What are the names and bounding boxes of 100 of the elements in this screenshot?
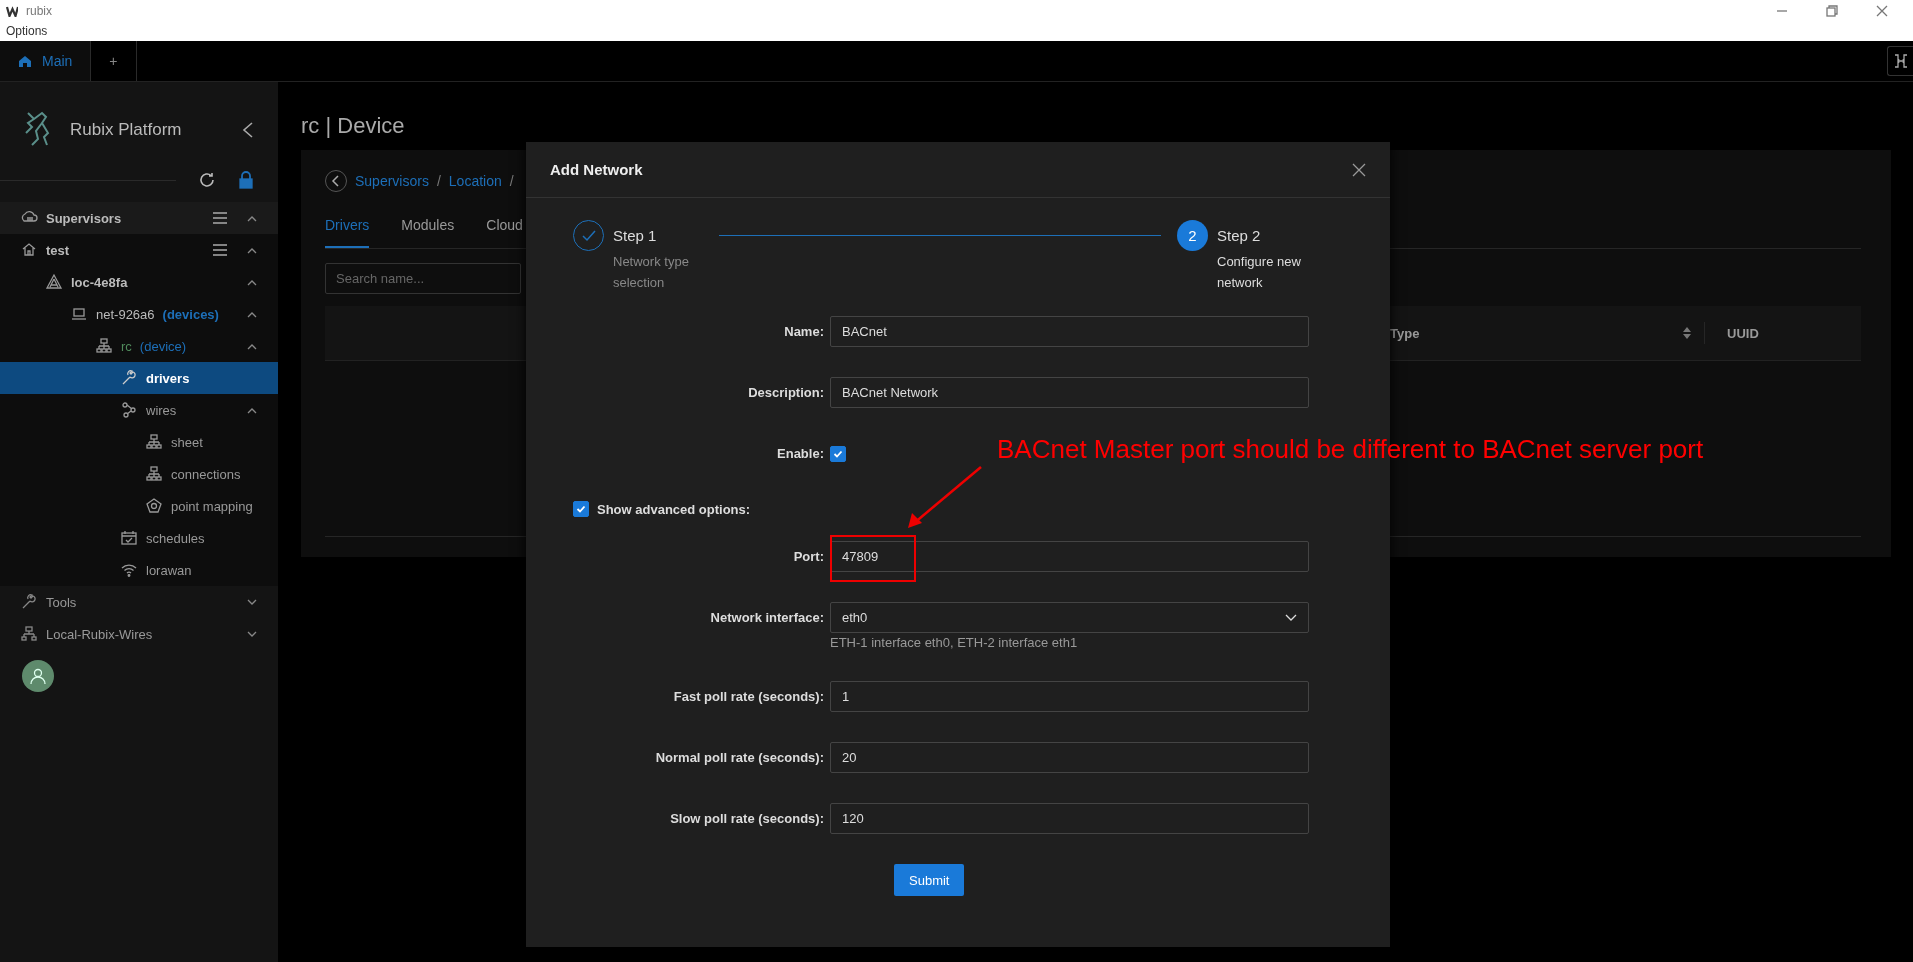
window-title: rubix (26, 3, 52, 18)
tree-item-label: point mapping (171, 498, 253, 514)
tree-item-label: wires (146, 402, 177, 418)
tree-item-label: test (46, 242, 70, 258)
close-icon[interactable] (1352, 162, 1366, 177)
menu-item[interactable]: Options (6, 24, 48, 38)
laptop-icon (70, 305, 88, 323)
app-title: Rubix Platform (70, 120, 183, 140)
tree-item[interactable]: loc-4e8fa (0, 266, 278, 298)
network-icon (145, 433, 163, 451)
collapse-icon[interactable] (246, 278, 258, 286)
check-icon (580, 228, 597, 243)
step-title: Step 1 (613, 226, 658, 246)
network-icon (20, 625, 38, 643)
tree-item[interactable]: Supervisors (0, 202, 278, 234)
tree-item-label: net-926a6 (96, 306, 155, 322)
tab[interactable]: Drivers (325, 214, 370, 248)
tab[interactable]: + (91, 41, 137, 81)
collapse-icon[interactable] (246, 406, 258, 414)
column-header[interactable]: UUID (1704, 322, 1861, 344)
tree-item-label: loc-4e8fa (71, 274, 128, 290)
tree-item[interactable]: point mapping (0, 490, 278, 522)
checkbox[interactable] (830, 446, 846, 462)
breadcrumb-link[interactable]: Location (448, 173, 502, 189)
network-icon (145, 465, 163, 483)
dialog-title: Add Network (550, 161, 644, 178)
tree-item-label: connections (171, 466, 241, 482)
collapse-icon[interactable] (246, 342, 258, 350)
page-title: rc | Device (301, 114, 406, 138)
user-avatar[interactable] (22, 660, 54, 692)
tree-item[interactable]: connections (0, 458, 278, 490)
step-description: Network type selection (613, 253, 690, 292)
submit-button[interactable]: Submit (894, 864, 965, 896)
breadcrumb-link[interactable]: Supervisors (355, 173, 429, 189)
checkbox[interactable] (573, 501, 589, 517)
field-label: Slow poll rate (seconds): (669, 810, 824, 828)
tree-item[interactable]: drivers (0, 362, 278, 394)
restore-icon[interactable] (1825, 4, 1839, 17)
checkbox-label: Show advanced options: (597, 501, 751, 517)
tree-item-label: sheet (171, 434, 203, 450)
input-field[interactable]: BACnet Network (830, 377, 1309, 408)
triangle-icon (45, 273, 63, 291)
home-icon (20, 241, 38, 259)
tree-item[interactable]: sheet (0, 426, 278, 458)
tree-item[interactable]: net-926a6 (devices) (0, 298, 278, 330)
tree-item[interactable]: rc (device) (0, 330, 278, 362)
tab[interactable]: Modules (401, 214, 455, 248)
tree-item-label: schedules (146, 530, 205, 546)
collapse-sidebar-icon[interactable] (242, 121, 254, 139)
dropdown[interactable]: eth0 (830, 602, 1309, 633)
wrench-icon (20, 593, 38, 611)
collapse-icon[interactable] (246, 246, 258, 254)
tree-item-label: drivers (146, 370, 190, 386)
field-label: Normal poll rate (seconds): (654, 749, 824, 767)
collapse-icon[interactable] (246, 214, 258, 222)
wrench-icon (120, 369, 138, 387)
collapse-icon[interactable] (246, 310, 258, 318)
field-label: Port: (792, 548, 824, 566)
step-title: Step 2 (1217, 226, 1262, 246)
search-field[interactable]: Search name... (325, 263, 521, 294)
refresh-icon[interactable] (198, 171, 216, 189)
tab[interactable]: Cloud (486, 214, 523, 248)
expand-icon[interactable] (246, 598, 258, 606)
step-description: Configure new network (1217, 253, 1302, 292)
field-label: Description: (747, 384, 824, 402)
sidebar-item[interactable]: Tools (0, 586, 278, 618)
close-icon[interactable] (1875, 4, 1889, 17)
expand-icon[interactable] (246, 630, 258, 638)
input-field[interactable]: 120 (830, 803, 1309, 834)
home-icon (18, 54, 32, 68)
calendar-icon (120, 529, 138, 547)
network-icon (95, 337, 113, 355)
tree-item[interactable]: wires (0, 394, 278, 426)
nodes-icon (120, 401, 138, 419)
input-field[interactable]: 47809 (830, 541, 1309, 572)
sidebar-item-label: Local-Rubix-Wires (46, 626, 153, 642)
tree-item[interactable]: lorawan (0, 554, 278, 586)
tree-item[interactable]: test (0, 234, 278, 266)
menu-icon[interactable] (212, 211, 228, 225)
annotation-text: BACnet Master port should be different to BACnet server port (997, 434, 1704, 465)
help-text: ETH-1 interface eth0, ETH-2 interface eth1 (830, 635, 1079, 651)
tab[interactable]: Main (0, 41, 92, 81)
lock-icon[interactable] (238, 171, 254, 189)
input-field[interactable]: BACnet (830, 316, 1309, 347)
sidebar-item[interactable]: Local-Rubix-Wires (0, 618, 278, 650)
breadcrumb-separator: / (436, 173, 441, 189)
input-field[interactable]: 20 (830, 742, 1309, 773)
back-icon (331, 175, 341, 187)
menu-icon[interactable] (212, 243, 228, 257)
layout-button[interactable] (1887, 46, 1913, 76)
user-icon (29, 667, 47, 685)
field-label: Name: (783, 323, 824, 341)
input-field[interactable]: 1 (830, 681, 1309, 712)
tree-item-label: rc (121, 338, 132, 354)
field-label: Network interface: (709, 609, 824, 627)
sort-icon[interactable] (1682, 326, 1692, 340)
tree-item[interactable]: schedules (0, 522, 278, 554)
column-header[interactable]: Type (1390, 325, 1682, 341)
field-label: Fast poll rate (seconds): (672, 688, 824, 706)
tree-item-label: lorawan (146, 562, 192, 578)
